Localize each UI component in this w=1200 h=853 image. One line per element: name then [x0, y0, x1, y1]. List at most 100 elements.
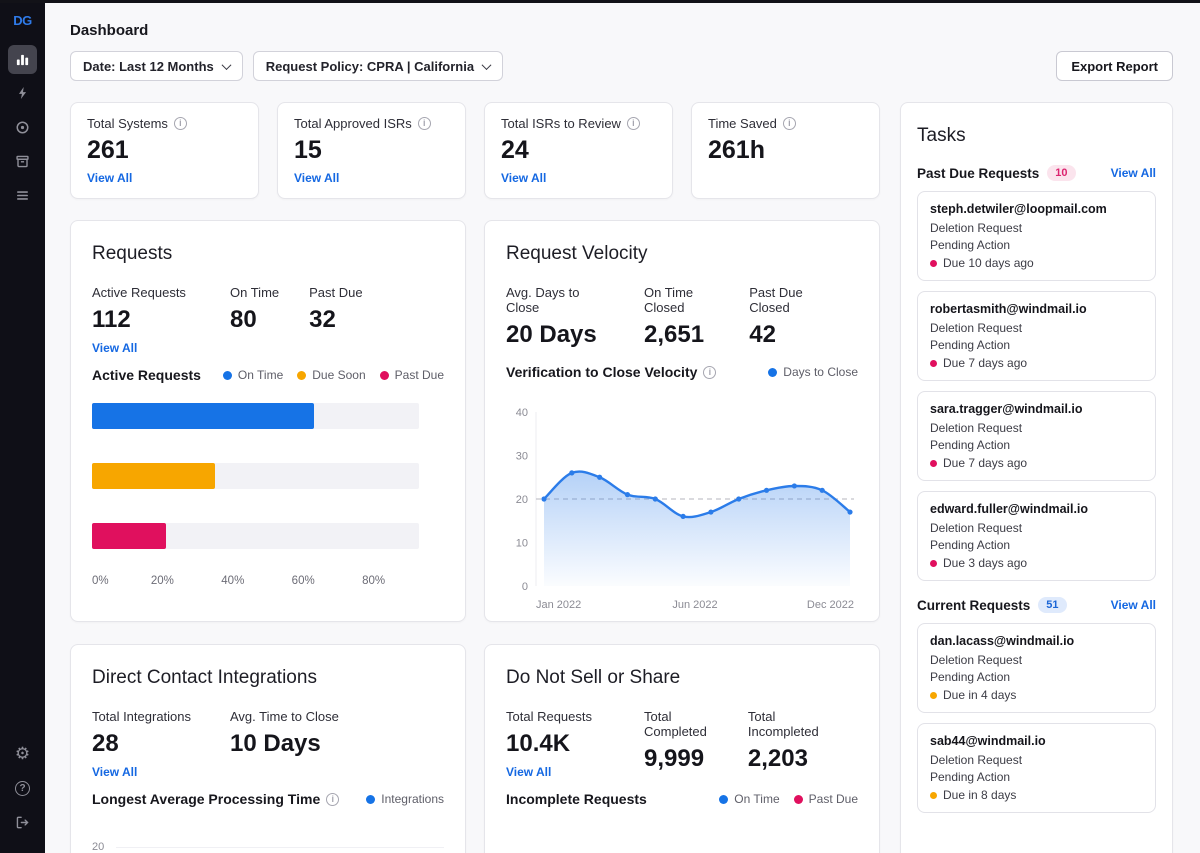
cards-area: Total Systems261View AllTotal Approved I…: [70, 102, 880, 853]
requests-chart-title: Active Requests: [92, 367, 201, 383]
nav-system-inventory[interactable]: [8, 147, 37, 176]
axis-tick-label: 0%: [92, 575, 109, 587]
stat-value: 112: [92, 306, 200, 334]
lightning-bolt-icon: [16, 86, 30, 100]
info-icon[interactable]: [174, 117, 187, 130]
task-card[interactable]: sab44@windmail.ioDeletion RequestPending…: [917, 723, 1156, 813]
policy-filter-dropdown[interactable]: Request Policy: CPRA | California: [253, 51, 503, 81]
main-content: Dashboard Date: Last 12 Months Request P…: [45, 3, 1200, 853]
velocity-stats: Avg. Days to Close20 DaysOn Time Closed2…: [506, 285, 858, 354]
legend-dot-icon: [223, 371, 232, 380]
stat-value: 24: [501, 136, 656, 165]
nav-data-discovery[interactable]: [8, 113, 37, 142]
stat-label: Total Approved ISRs: [294, 116, 412, 131]
archive-box-icon: [15, 154, 30, 169]
view-all-link[interactable]: View All: [1111, 166, 1156, 180]
stat-label: Total ISRs to Review: [501, 116, 621, 131]
svg-text:20: 20: [516, 494, 528, 506]
stat-label: Total Systems: [87, 116, 168, 131]
stat-value: 20 Days: [506, 321, 614, 349]
date-filter-dropdown[interactable]: Date: Last 12 Months: [70, 51, 243, 81]
nav-logout[interactable]: [8, 808, 37, 837]
nav-activity[interactable]: [8, 79, 37, 108]
gear-icon: [15, 745, 30, 764]
legend-dot-icon: [768, 368, 777, 377]
nav-settings[interactable]: [8, 740, 37, 769]
stat-value: 42: [749, 321, 828, 349]
task-due-label: Due 10 days ago: [943, 256, 1034, 270]
task-email: steph.detwiler@loopmail.com: [930, 202, 1143, 216]
view-all-link[interactable]: View All: [87, 171, 132, 185]
stat-card[interactable]: Total ISRs to Review 24 View All: [484, 102, 673, 199]
axis-tick-label: 40%: [221, 575, 244, 587]
task-section-header: Past Due Requests10View All: [917, 165, 1156, 181]
axis-tick-label: 20: [92, 841, 104, 853]
legend-label: Integrations: [381, 792, 444, 806]
view-all-link[interactable]: View All: [506, 765, 551, 779]
task-type: Deletion Request: [930, 520, 1143, 537]
task-status: Pending Action: [930, 769, 1143, 786]
stat-card[interactable]: Total Approved ISRs15View All: [277, 102, 466, 199]
bar: [92, 523, 166, 549]
dnss-card-title: Do Not Sell or Share: [506, 667, 858, 689]
nav-dashboard[interactable]: [8, 45, 37, 74]
stat-label: Avg. Time to Close: [230, 709, 339, 724]
due-dot-icon: [930, 792, 937, 799]
info-icon[interactable]: [627, 117, 640, 130]
dnss-stats: Total Requests10.4KView AllTotal Complet…: [506, 709, 858, 781]
task-status: Pending Action: [930, 669, 1143, 686]
bar-row: [92, 463, 444, 489]
integrations-stats: Total Integrations28View AllAvg. Time to…: [92, 709, 444, 781]
info-icon[interactable]: [418, 117, 431, 130]
stat-label: On Time Closed: [644, 285, 719, 315]
stat-card[interactable]: Time Saved261h: [691, 102, 880, 199]
view-all-link[interactable]: View All: [92, 341, 137, 355]
policy-filter-label: Request Policy: CPRA | California: [266, 59, 474, 74]
dnss-chart-title: Incomplete Requests: [506, 791, 647, 807]
due-dot-icon: [930, 460, 937, 467]
legend-dot-icon: [794, 795, 803, 804]
task-due-label: Due in 8 days: [943, 788, 1016, 802]
task-due-label: Due in 4 days: [943, 688, 1016, 702]
request-velocity-card: Request Velocity Avg. Days to Close20 Da…: [484, 220, 880, 622]
svg-text:10: 10: [516, 538, 528, 550]
filter-bar: Date: Last 12 Months Request Policy: CPR…: [45, 51, 1200, 81]
view-all-link[interactable]: View All: [294, 171, 339, 185]
task-card[interactable]: dan.lacass@windmail.ioDeletion RequestPe…: [917, 623, 1156, 713]
task-status: Pending Action: [930, 537, 1143, 554]
logout-icon: [15, 815, 30, 830]
stat-label: Total Incompleted: [748, 709, 828, 739]
nav-requests[interactable]: [8, 181, 37, 210]
task-card[interactable]: robertasmith@windmail.ioDeletion Request…: [917, 291, 1156, 381]
app-logo[interactable]: DG: [13, 13, 32, 28]
stat-label: Total Completed: [644, 709, 718, 739]
task-due-label: Due 3 days ago: [943, 556, 1027, 570]
stat-card[interactable]: Total Systems 261 View All: [70, 102, 259, 199]
view-all-link[interactable]: View All: [501, 171, 546, 185]
info-icon[interactable]: [703, 366, 716, 379]
nav-help[interactable]: [8, 774, 37, 803]
legend-dot-icon: [719, 795, 728, 804]
legend-dot-icon: [366, 795, 375, 804]
view-all-link[interactable]: View All: [1111, 598, 1156, 612]
task-card[interactable]: edward.fuller@windmail.ioDeletion Reques…: [917, 491, 1156, 581]
info-icon[interactable]: [783, 117, 796, 130]
task-section-header: Current Requests51View All: [917, 597, 1156, 613]
integrations-mini-chart: 20: [92, 827, 444, 853]
axis-tick-label: 20%: [151, 575, 174, 587]
stat-value: 261: [87, 136, 242, 165]
task-card[interactable]: steph.detwiler@loopmail.comDeletion Requ…: [917, 191, 1156, 281]
requests-card-title: Requests: [92, 243, 444, 265]
bar: [92, 463, 215, 489]
integrations-chart-title: Longest Average Processing Time: [92, 791, 320, 807]
integrations-card-title: Direct Contact Integrations: [92, 667, 444, 689]
task-type: Deletion Request: [930, 420, 1143, 437]
task-card[interactable]: sara.tragger@windmail.ioDeletion Request…: [917, 391, 1156, 481]
stat-value: 10.4K: [506, 730, 614, 758]
view-all-link[interactable]: View All: [92, 765, 137, 779]
velocity-legend: Days to Close: [768, 365, 858, 379]
count-badge: 10: [1047, 165, 1075, 181]
stat-value: 10 Days: [230, 730, 339, 758]
info-icon[interactable]: [326, 793, 339, 806]
export-report-button[interactable]: Export Report: [1056, 51, 1173, 81]
